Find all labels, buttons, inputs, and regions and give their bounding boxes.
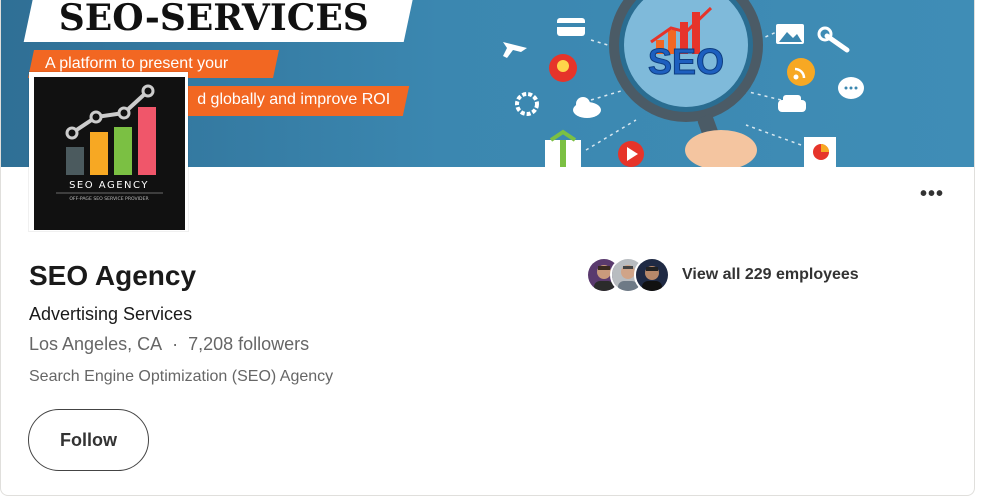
card-icon xyxy=(557,18,585,36)
company-location: Los Angeles, CA xyxy=(29,334,163,354)
followers-count: 7,208 followers xyxy=(188,334,310,354)
company-tagline: Search Engine Optimization (SEO) Agency xyxy=(29,368,334,385)
hand-icon xyxy=(685,130,757,167)
follow-button[interactable]: Follow xyxy=(28,409,149,471)
gift-icon xyxy=(545,129,581,167)
cloud-icon xyxy=(573,97,601,118)
more-options-button[interactable]: ••• xyxy=(912,183,952,211)
svg-text:SEO: SEO xyxy=(648,41,724,82)
view-all-employees-link[interactable]: View all 229 employees xyxy=(682,266,859,284)
idea-icon xyxy=(549,54,577,82)
banner-headline: SEO-SERVICES xyxy=(58,0,369,39)
company-meta: Los Angeles, CA · 7,208 followers xyxy=(29,334,309,355)
gear-icon xyxy=(515,92,539,116)
company-industry: Advertising Services xyxy=(29,304,193,324)
svg-text:SEO AGENCY: SEO AGENCY xyxy=(69,180,149,191)
report-icon xyxy=(804,137,836,167)
svg-text:OFF-PAGE SEO SERVICE PROVIDER: OFF-PAGE SEO SERVICE PROVIDER xyxy=(69,196,149,202)
rss-icon xyxy=(787,58,815,86)
plane-icon xyxy=(503,42,527,58)
chat-icon xyxy=(838,77,864,99)
play-icon xyxy=(618,141,644,167)
employees-link[interactable]: View all 229 employees xyxy=(586,254,859,296)
banner-headline-box: SEO-SERVICES xyxy=(23,0,415,42)
car-icon xyxy=(778,95,806,112)
company-name: SEO Agency xyxy=(29,260,197,291)
logo-chart-icon: SEO AGENCY OFF-PAGE SEO SERVICE PROVIDER xyxy=(56,84,163,202)
company-profile-card: SEO-SERVICES A platform to present your … xyxy=(0,0,975,496)
meta-separator: · xyxy=(172,334,179,354)
banner-seo-illustration: SEO xyxy=(503,0,864,167)
wrench-icon xyxy=(817,26,850,53)
image-icon xyxy=(776,24,804,44)
employee-avatar-3 xyxy=(634,257,670,293)
company-logo[interactable]: SEO AGENCY OFF-PAGE SEO SERVICE PROVIDER xyxy=(29,72,188,231)
